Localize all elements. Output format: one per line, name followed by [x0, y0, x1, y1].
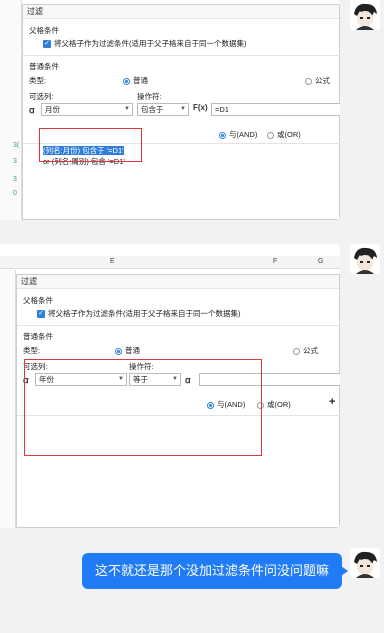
operator-label: 操作符: [137, 92, 162, 101]
radio-selected-icon [219, 131, 226, 139]
type-formula-radio[interactable]: 公式 [305, 75, 330, 86]
sheet-number: 3 [13, 176, 17, 183]
radio-icon [305, 77, 312, 85]
avatar [350, 0, 380, 30]
operator-select[interactable]: 包含于 ▼ [137, 103, 189, 116]
radio-label: 或(OR) [267, 400, 291, 409]
checkbox-checked-icon: ✓ [43, 40, 51, 49]
radio-label: 普通 [133, 76, 148, 85]
column-select-value: 月份 [45, 105, 60, 114]
chevron-down-icon: ▼ [180, 106, 186, 112]
formula-icon[interactable]: F(x) [193, 103, 208, 112]
radio-label: 公式 [303, 346, 318, 355]
type-formula-radio[interactable]: 公式 [293, 345, 318, 356]
parent-condition-heading: 父格条件 [29, 26, 59, 35]
parent-condition-heading: 父格条件 [23, 296, 53, 305]
radio-icon [293, 347, 300, 355]
chevron-down-icon: ▼ [124, 106, 130, 112]
or-radio[interactable]: 或(OR) [257, 399, 291, 410]
highlight-box [39, 128, 142, 162]
column-header-g: G [318, 258, 324, 265]
divider [17, 325, 340, 326]
value-input[interactable]: =D1 [211, 103, 340, 116]
column-header-f: F [273, 258, 278, 265]
chat-message-text: 这不就还是那个没加过滤条件问没问题嘛 [94, 563, 329, 578]
sheet-number: 3( [13, 142, 20, 149]
avatar [350, 548, 380, 578]
type-normal-radio[interactable]: 普通 [115, 345, 140, 356]
parent-condition-checkbox[interactable]: ✓ 将父格子作为过滤条件(适用于父子格来自于同一个数据集) [43, 38, 247, 49]
type-label: 类型: [29, 76, 47, 85]
column-header-e: E [110, 258, 115, 265]
normal-condition-heading: 普通条件 [29, 62, 59, 71]
type-label: 类型: [23, 346, 41, 355]
type-normal-radio[interactable]: 普通 [123, 75, 148, 86]
screenshot-1: 3( 3 3 0 过滤 父格条件 ✓ 将父格子作为过滤条件(适用于父子格来自于同一… [0, 0, 340, 220]
avatar [350, 244, 380, 274]
column-field-icon: ꭤ [29, 105, 35, 115]
operator-select-value: 包含于 [141, 105, 164, 114]
add-condition-button[interactable]: + [329, 396, 335, 408]
checkbox-checked-icon: ✓ [37, 310, 45, 319]
checkbox-label: 将父格子作为过滤条件(适用于父子格来自于同一个数据集) [48, 309, 241, 318]
radio-selected-icon [123, 77, 130, 85]
dialog-title: 过滤 [17, 275, 339, 289]
or-radio[interactable]: 或(OR) [267, 129, 301, 140]
chat-message-bubble[interactable]: 这不就还是那个没加过滤条件问没问题嘛 [82, 553, 348, 589]
sheet-column-header [0, 256, 340, 269]
sheet-number: 3 [13, 158, 17, 165]
avatar-image [350, 548, 380, 578]
dialog-title: 过滤 [23, 5, 339, 19]
radio-icon [267, 131, 274, 139]
sheet-row-gutter [0, 0, 22, 220]
sheet-number: 0 [13, 190, 17, 197]
radio-label: 普通 [125, 346, 140, 355]
avatar-image [350, 0, 380, 30]
avatar-image [350, 244, 380, 274]
filter-dialog: 过滤 父格条件 ✓ 将父格子作为过滤条件(适用于父子格来自于同一个数据集) 普通条… [22, 4, 340, 220]
normal-condition-heading: 普通条件 [23, 332, 53, 341]
radio-label: 公式 [315, 76, 330, 85]
sheet-row-gutter [0, 270, 16, 528]
optional-column-label: 可选列: [29, 92, 54, 101]
radio-label: 与(AND) [229, 130, 258, 139]
parent-condition-checkbox[interactable]: ✓ 将父格子作为过滤条件(适用于父子格来自于同一个数据集) [37, 308, 241, 319]
highlight-box [24, 359, 262, 456]
checkbox-label: 将父格子作为过滤条件(适用于父子格来自于同一个数据集) [54, 39, 247, 48]
radio-label: 或(OR) [277, 130, 301, 139]
divider [23, 55, 340, 56]
screenshot-2: E F G 过滤 父格条件 ✓ 将父格子作为过滤条件(适用于父子格来自于同一个数据… [0, 244, 340, 528]
and-radio[interactable]: 与(AND) [219, 129, 257, 140]
radio-selected-icon [115, 347, 122, 355]
column-select[interactable]: 月份 ▼ [41, 103, 133, 116]
